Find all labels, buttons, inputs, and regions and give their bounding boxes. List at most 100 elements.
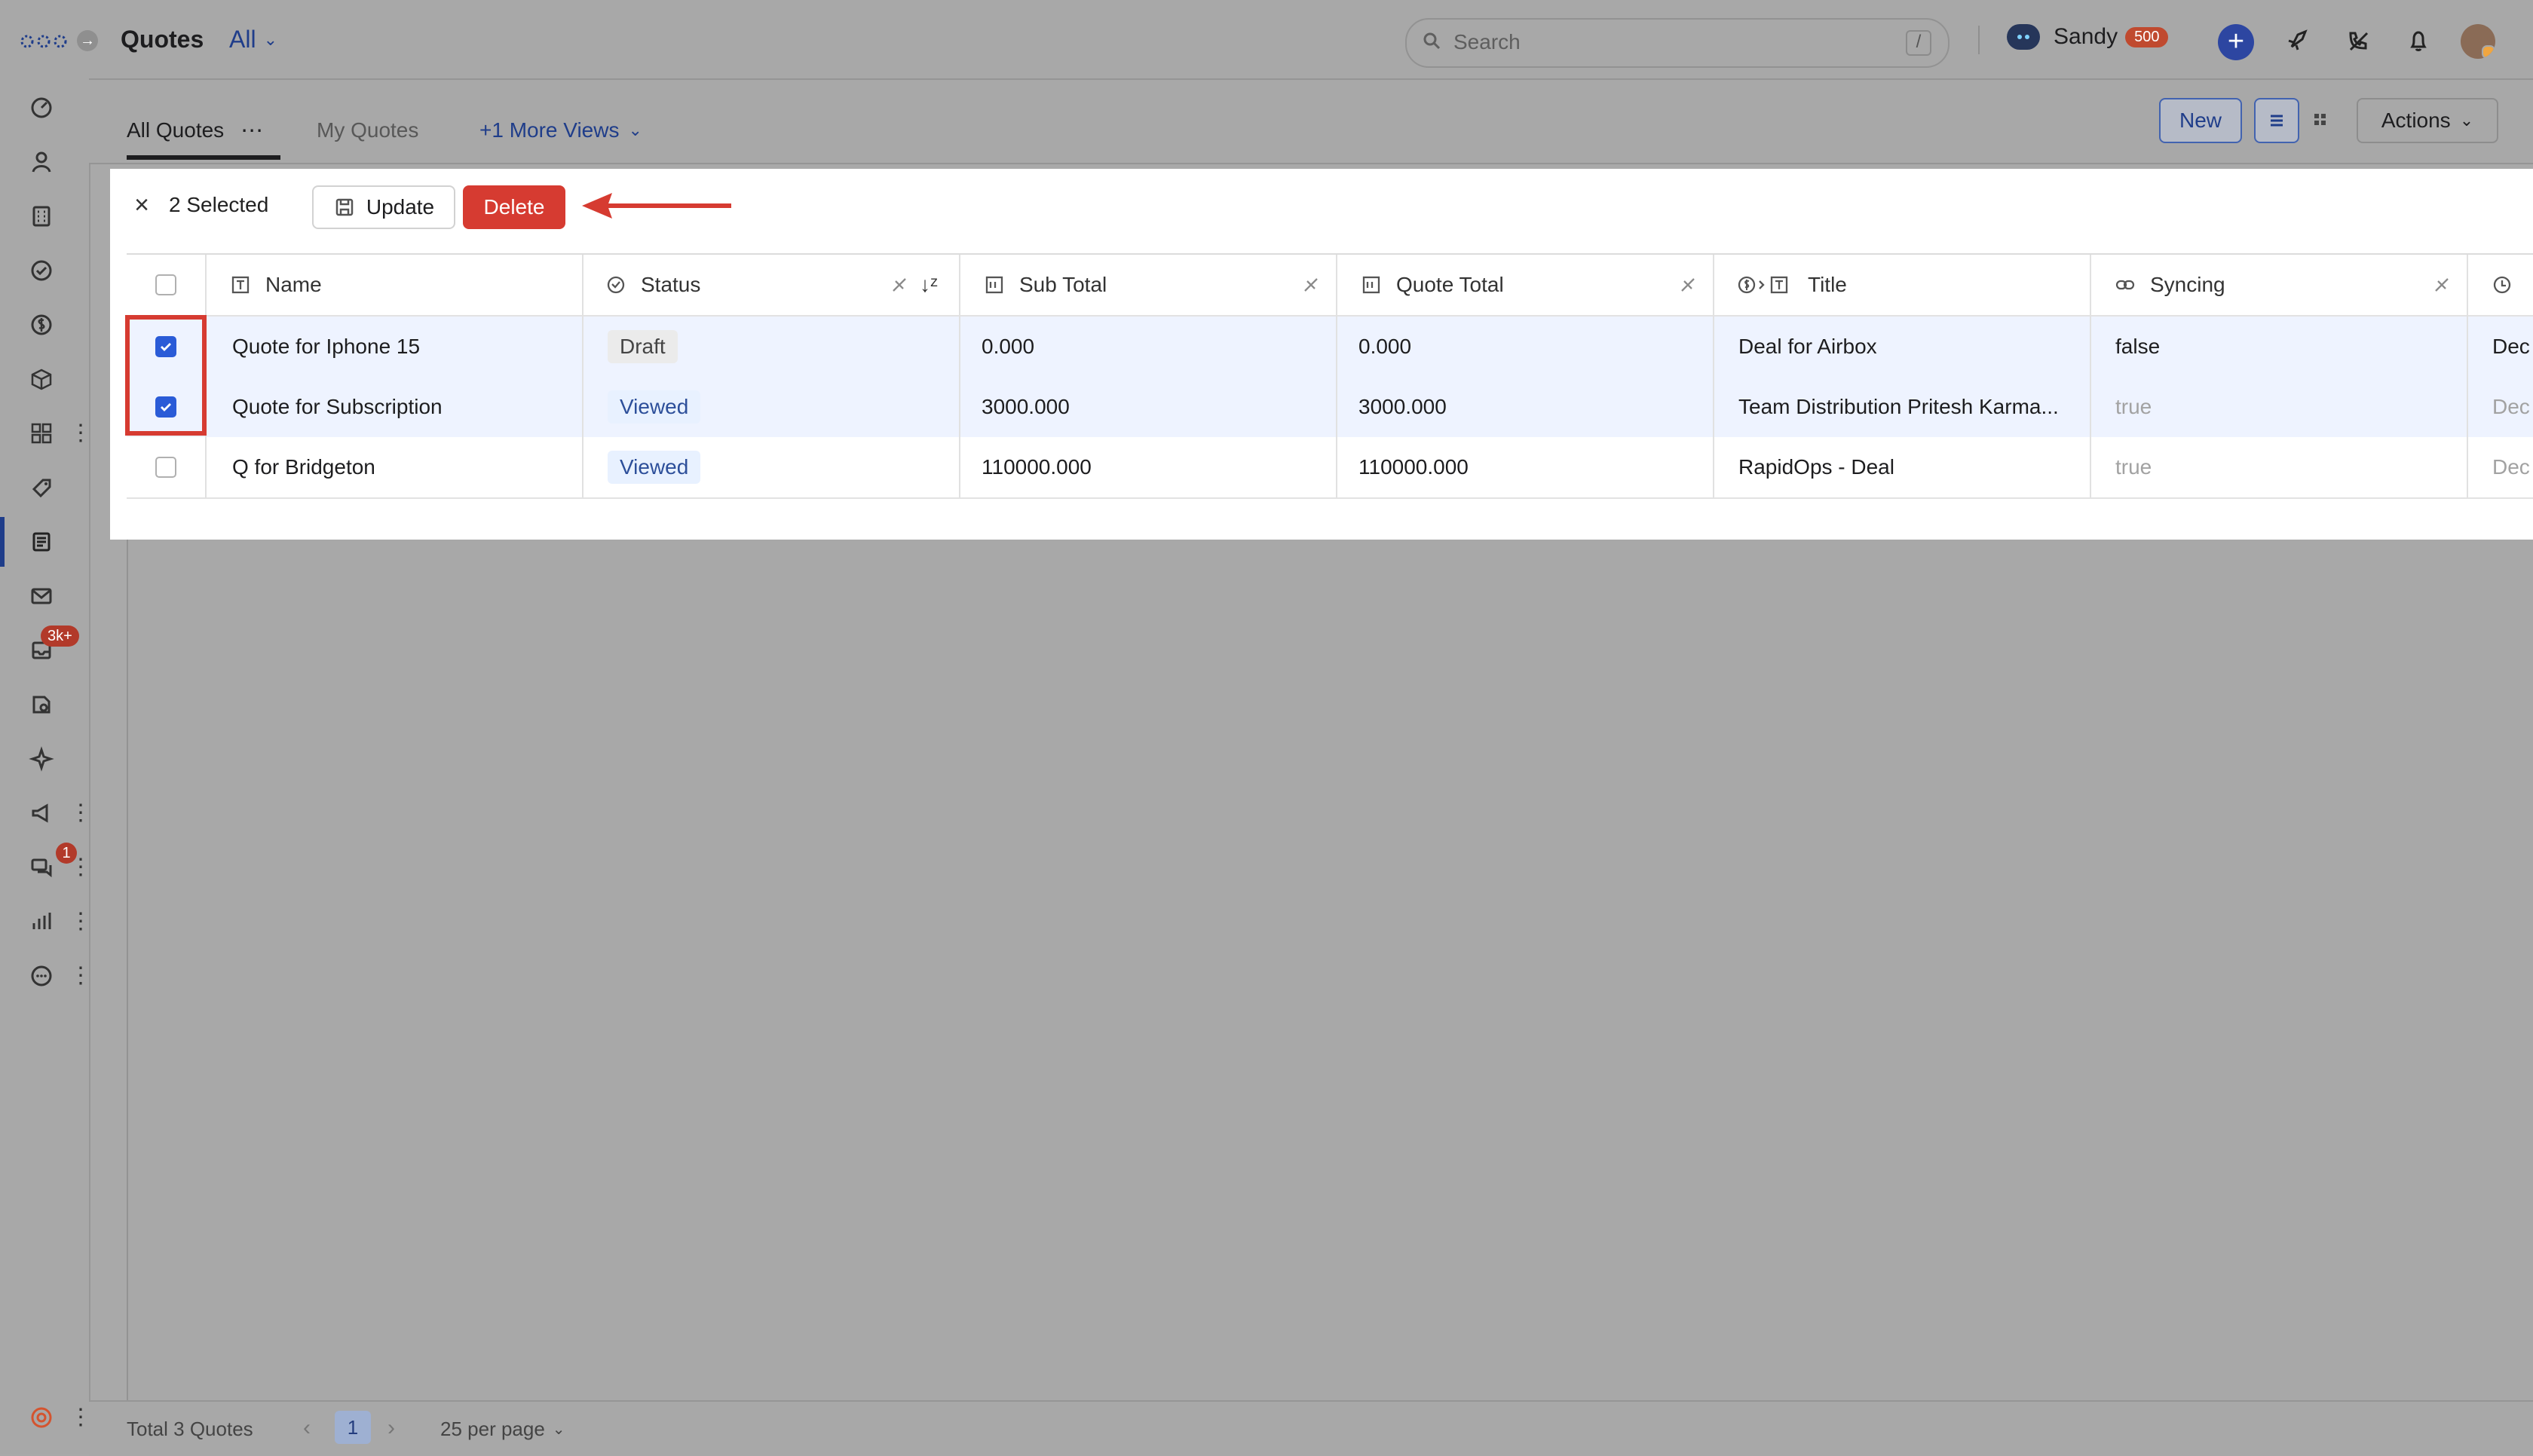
per-page-label: 25 per page: [440, 1418, 545, 1440]
apps-icon[interactable]: [23, 414, 60, 452]
campaign-more-icon[interactable]: ⋮: [69, 798, 92, 828]
deal-title[interactable]: Deal for Airbox: [1738, 317, 1877, 377]
campaign-icon[interactable]: [23, 794, 60, 832]
per-page-dropdown[interactable]: 25 per page ⌄: [440, 1418, 565, 1441]
board-view-icon[interactable]: [2302, 98, 2340, 143]
actions-dropdown[interactable]: Actions ⌄: [2357, 98, 2498, 143]
left-sidebar: ⋮ 3k+ ⋮ 1 ⋮ ⋮ ⋮ ⋮: [0, 0, 92, 1454]
page-number-button[interactable]: 1: [335, 1411, 371, 1444]
table-row[interactable]: [127, 377, 2533, 439]
support-icon[interactable]: [23, 1399, 60, 1436]
more-views-dropdown[interactable]: +1 More Views ⌄: [479, 102, 642, 158]
total-count: Total 3 Quotes: [127, 1418, 253, 1440]
column-header-label: Status: [641, 273, 701, 296]
quotes-table: Name Status ↓ᶻ Sub Total Quote Total Tit…: [127, 253, 2533, 499]
clear-selection-icon[interactable]: ×: [130, 192, 154, 218]
column-header-name[interactable]: Name: [229, 255, 322, 315]
deals-icon[interactable]: [23, 306, 60, 344]
tasks-icon[interactable]: [23, 252, 60, 289]
unpin-column-icon[interactable]: [1300, 255, 1322, 315]
mail-icon[interactable]: [23, 577, 60, 615]
selection-highlight-box: [125, 315, 207, 436]
sort-icon[interactable]: ↓ᶻ: [920, 255, 938, 315]
app-logo-icon[interactable]: [20, 23, 68, 60]
select-all-checkbox[interactable]: [155, 255, 176, 315]
unpin-column-icon[interactable]: [888, 255, 911, 315]
status-cell: Viewed: [608, 377, 701, 437]
chat-icon[interactable]: [23, 849, 60, 886]
column-header-status[interactable]: Status: [605, 255, 700, 315]
dashboard-icon[interactable]: [23, 89, 60, 127]
update-label: Update: [366, 195, 435, 219]
unpin-column-icon[interactable]: [2430, 255, 2453, 315]
products-icon[interactable]: [23, 360, 60, 398]
avatar-status-dot: [2482, 45, 2495, 59]
quotes-icon[interactable]: [23, 523, 60, 561]
support-more-icon[interactable]: ⋮: [69, 1402, 92, 1433]
quote-total-value: 0.000: [1358, 335, 1412, 358]
row-checkbox[interactable]: [155, 437, 176, 497]
notifications-icon[interactable]: [2403, 26, 2433, 56]
deal-title[interactable]: Team Distribution Pritesh Karma...: [1738, 377, 2070, 437]
link-icon: [2114, 274, 2136, 296]
column-divider: [2090, 255, 2091, 497]
more-options-icon[interactable]: ⋮: [69, 961, 92, 991]
column-divider: [959, 255, 960, 497]
table-row[interactable]: [127, 437, 2533, 499]
list-view-icon[interactable]: [2254, 98, 2299, 143]
active-nav-indicator: [0, 517, 5, 567]
syncing-value: true: [2115, 395, 2152, 418]
column-header-title[interactable]: Title: [1737, 255, 1847, 315]
update-button[interactable]: Update: [312, 185, 455, 229]
table-row[interactable]: [127, 317, 2533, 378]
calls-icon[interactable]: [2343, 26, 2373, 56]
chevron-down-icon: ⌄: [628, 121, 642, 139]
column-divider: [1336, 255, 1337, 497]
tab-my-quotes[interactable]: My Quotes: [317, 102, 418, 158]
companies-icon[interactable]: [23, 197, 60, 235]
sparkle-icon[interactable]: [23, 740, 60, 778]
quote-name[interactable]: Q for Bridgeton: [232, 437, 375, 497]
tab-all-quotes[interactable]: All Quotes ⋯: [127, 102, 263, 158]
tab-all-quotes-label: All Quotes: [127, 118, 225, 142]
quote-total-value: 3000.000: [1358, 395, 1447, 418]
column-header-syncing[interactable]: Syncing: [2114, 255, 2225, 315]
user-menu[interactable]: Sandy 500: [2007, 24, 2169, 50]
column-header-quote-total[interactable]: Quote Total: [1360, 255, 1504, 315]
quote-total-value: 110000.000: [1358, 455, 1469, 479]
search-placeholder: Search: [1453, 30, 1521, 54]
quote-name[interactable]: Quote for Subscription: [232, 377, 443, 437]
deal-title[interactable]: RapidOps - Deal: [1738, 437, 1894, 497]
sidebar-toggle-icon[interactable]: →: [77, 30, 98, 51]
files-icon[interactable]: [23, 686, 60, 723]
number-field-icon: [983, 274, 1006, 296]
user-avatar-icon: [2007, 24, 2040, 50]
apps-more-icon[interactable]: ⋮: [69, 418, 92, 448]
reports-icon[interactable]: [23, 903, 60, 941]
tab-options-icon[interactable]: ⋯: [240, 118, 263, 144]
column-header-sub-total[interactable]: Sub Total: [983, 255, 1107, 315]
sub-total-value: 3000.000: [982, 395, 1070, 418]
deal-title-field-icon: [1737, 274, 1794, 296]
previous-page-icon[interactable]: ‹: [303, 1415, 311, 1441]
text-field-icon: [229, 274, 252, 296]
more-icon[interactable]: [23, 957, 60, 995]
unpin-column-icon[interactable]: [1677, 255, 1699, 315]
rocket-icon[interactable]: [2283, 26, 2313, 56]
quote-name[interactable]: Quote for Iphone 15: [232, 317, 420, 377]
next-page-icon[interactable]: ›: [387, 1415, 395, 1441]
truncated-column-value: Dec: [2492, 455, 2530, 479]
column-header-label: Title: [1808, 273, 1847, 296]
filter-dropdown[interactable]: All ⌄: [229, 26, 277, 54]
create-button[interactable]: +: [2218, 24, 2254, 60]
search-box[interactable]: Search /: [1405, 18, 1950, 68]
tag-icon[interactable]: [23, 469, 60, 506]
new-button[interactable]: New: [2159, 98, 2242, 143]
search-shortcut: /: [1906, 30, 1931, 56]
column-header-label: Name: [265, 273, 322, 296]
chat-more-icon[interactable]: ⋮: [69, 852, 92, 882]
contacts-icon[interactable]: [23, 143, 60, 181]
reports-more-icon[interactable]: ⋮: [69, 907, 92, 937]
delete-button[interactable]: Delete: [463, 185, 565, 229]
profile-avatar[interactable]: [2461, 24, 2495, 59]
